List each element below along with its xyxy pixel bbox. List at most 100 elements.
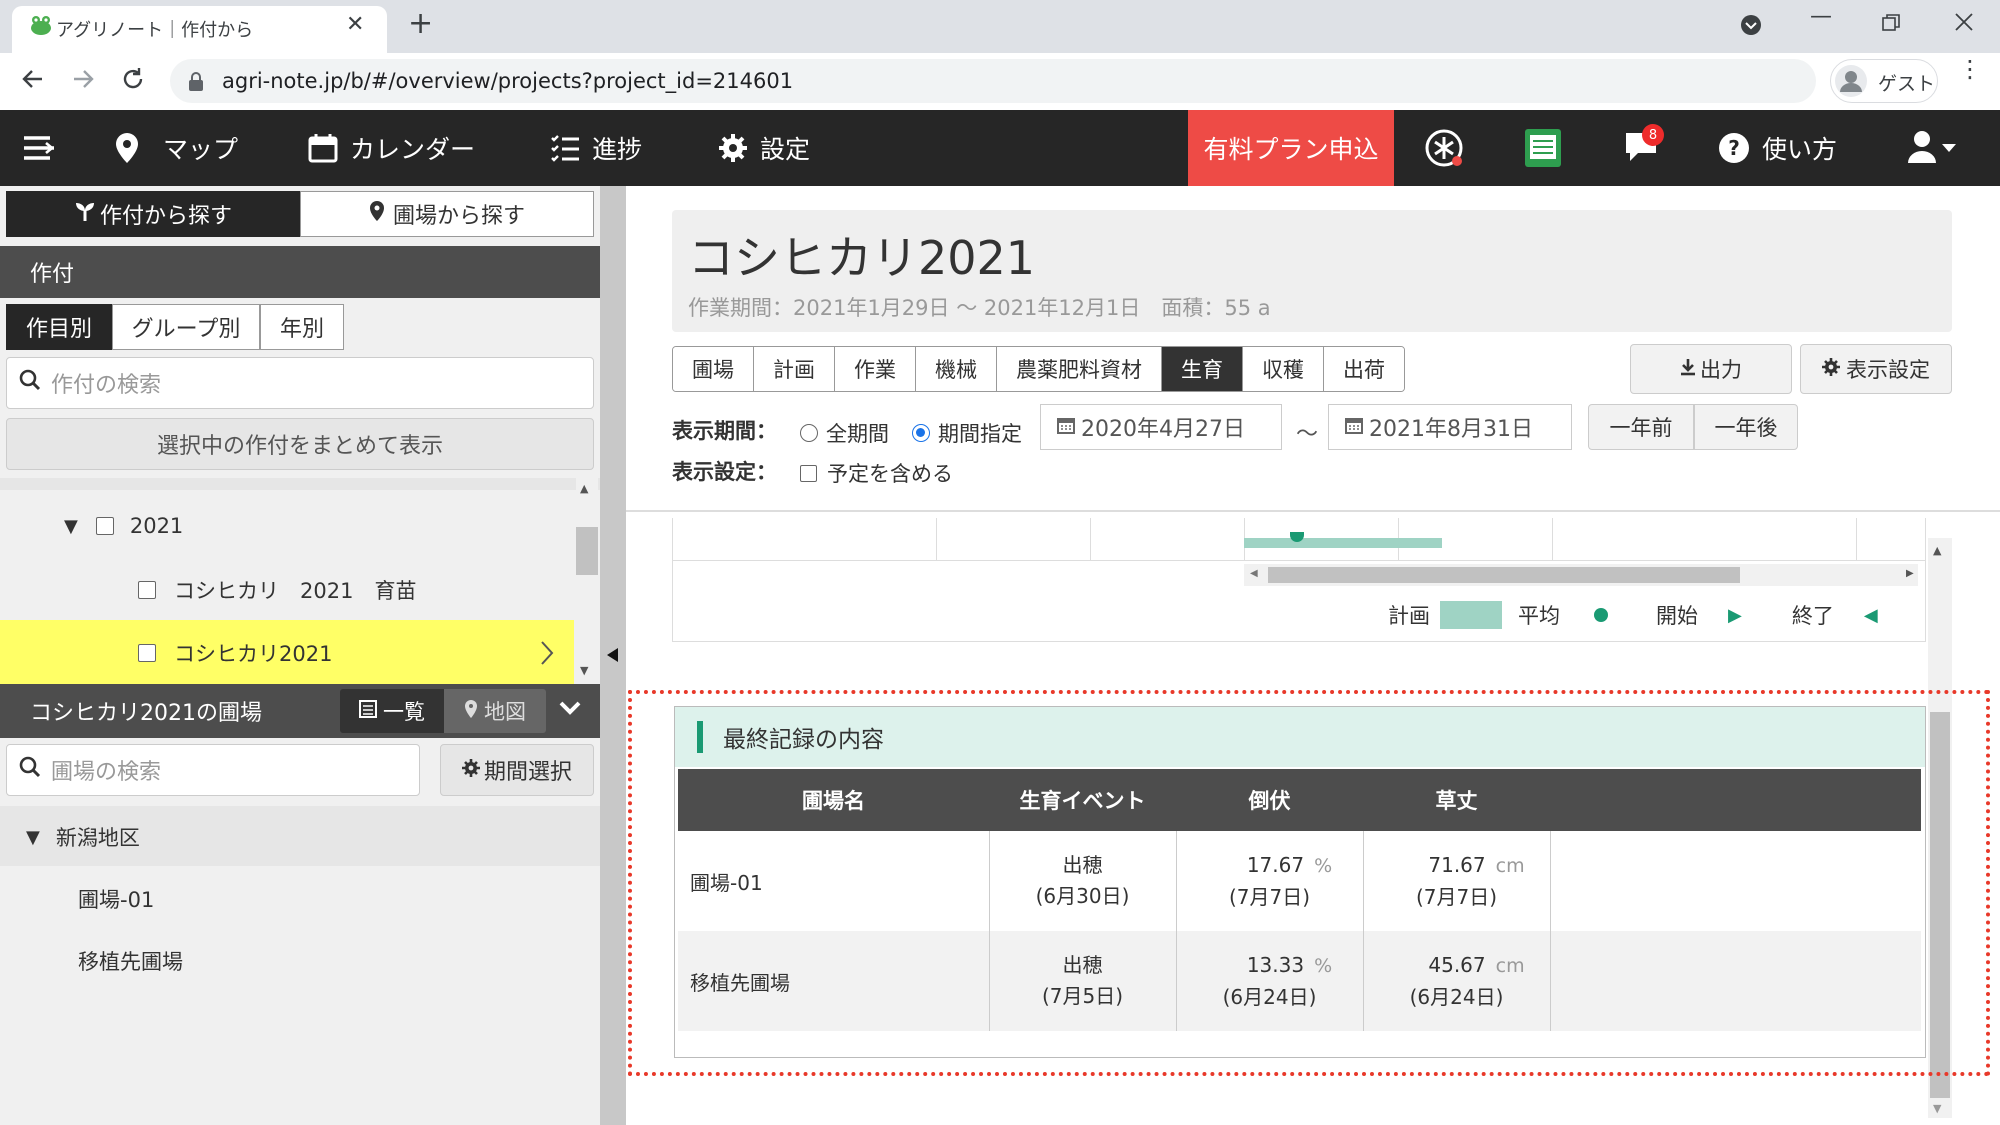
next-year-button[interactable]: 一年後 [1694,404,1798,450]
nav-map-label: マップ [163,135,239,164]
close-window-icon[interactable] [1954,12,1974,36]
prev-year-button[interactable]: 一年前 [1588,404,1694,450]
cell-event: 出穂 (7月5日) [989,931,1177,1031]
tab-materials[interactable]: 農薬肥料資材 [997,347,1162,391]
tab-shipment[interactable]: 出荷 [1324,347,1404,391]
field-item-1[interactable]: 圃場-01 [78,884,154,914]
field-item-2[interactable]: 移植先圃場 [78,946,183,976]
search-by-crop-tab[interactable]: 作付から探す [6,191,300,237]
tree-item-koshihikari[interactable]: コシヒカリ2021 [138,638,332,668]
nav-help[interactable]: ? 使い方 [1718,110,1837,186]
crop-section-title: 作付 [30,262,75,287]
tab-harvest[interactable]: 収穫 [1243,347,1324,391]
cell-field: 移植先圃場 [678,931,990,1031]
tree-top-divider [0,478,600,490]
forward-icon[interactable] [70,66,96,96]
v-scroll-down-icon[interactable]: ▼ [1933,1102,1941,1115]
date-tilde: ～ [1296,422,1319,447]
tab-work[interactable]: 作業 [835,347,916,391]
tab-growth[interactable]: 生育 [1162,347,1243,391]
koshihikari-checkbox[interactable] [138,644,156,662]
year-checkbox[interactable] [95,517,114,535]
period-all-option[interactable]: 全期間 [800,418,889,448]
lock-icon[interactable] [188,72,204,96]
period-range-radio[interactable] [912,424,930,442]
user-menu-icon[interactable] [1908,130,1958,168]
include-plan-checkbox[interactable] [800,464,817,482]
filter-by-crop-tab[interactable]: 作目別 [6,304,112,350]
tab-close-icon[interactable]: ✕ [346,12,364,37]
nav-settings[interactable]: 設定 [718,110,810,186]
field-search-placeholder: 圃場の検索 [51,760,162,785]
chevron-right-icon[interactable] [540,640,554,670]
header-divider [626,510,2000,512]
cell-lodging: 17.67% (7月7日) [1176,831,1364,931]
height-unit: cm [1495,854,1525,877]
crop-search-placeholder: 作付の検索 [51,373,162,398]
display-settings-button[interactable]: 表示設定 [1800,344,1952,394]
search-by-field-tab[interactable]: 圃場から探す [300,191,594,237]
period-all-radio[interactable] [800,424,818,442]
collapse-left-icon[interactable] [605,647,619,667]
collapse-chevron-icon[interactable] [558,700,582,720]
list-view-tab[interactable]: 一覧 [340,689,444,733]
tree-item-seedling[interactable]: コシヒカリ 2021 育苗 [138,575,416,605]
export-button[interactable]: 出力 [1630,344,1792,394]
tab-machine[interactable]: 機械 [916,347,997,391]
date-from-input[interactable]: 2020年4月27日 [1040,404,1282,450]
table-header-row: 圃場名 生育イベント 倒伏 草丈 [678,769,1921,831]
restore-icon[interactable] [1882,14,1900,36]
avatar-icon [1834,64,1868,102]
paid-plan-button[interactable]: 有料プラン申込 [1188,110,1394,186]
nav-calendar[interactable]: カレンダー [308,110,475,186]
field-search-icon [19,756,41,784]
agri-book-icon[interactable] [1524,128,1562,172]
legend-start-label: 開始 [1656,604,1698,628]
period-select-button[interactable]: 期間選択 [440,744,594,796]
region-label-row[interactable]: ▼ 新潟地区 [26,822,140,852]
crop-search-input[interactable]: 作付の検索 [6,357,594,409]
filter-by-group-tab[interactable]: グループ別 [112,304,260,350]
scroll-up-icon[interactable]: ▲ [580,482,588,495]
gantt-h-scroll-thumb[interactable] [1268,567,1740,583]
url-text[interactable]: agri-note.jp/b/#/overview/projects?proje… [222,69,793,93]
seedling-checkbox[interactable] [138,581,156,599]
date-to-input[interactable]: 2021年8月31日 [1328,404,1572,450]
nav-progress[interactable]: 進捗 [550,110,642,186]
h-scroll-right-icon[interactable]: ▶ [1906,568,1914,579]
frog-favicon-icon [30,14,52,40]
show-selected-crops-button[interactable]: 選択中の作付をまとめて表示 [6,418,594,470]
tab-search-icon[interactable] [1740,14,1762,40]
tab-field[interactable]: 圃場 [673,347,754,391]
menu-toggle-icon[interactable] [22,134,56,166]
height-date: (7月7日) [1415,884,1498,909]
reload-icon[interactable] [120,66,146,96]
back-icon[interactable] [20,66,46,96]
period-range-option[interactable]: 期間指定 [912,418,1022,448]
gantt-col-2 [1090,518,1091,560]
col-growth-event: 生育イベント [989,769,1176,831]
h-scroll-left-icon[interactable]: ◀ [1250,568,1258,579]
nav-map[interactable]: マップ [115,110,238,186]
tree-year-row[interactable]: ▼ 2021 [64,514,183,538]
expand-triangle-icon[interactable]: ▼ [64,516,78,537]
region-expand-icon[interactable]: ▼ [26,827,40,848]
tree-scrollbar[interactable] [576,478,598,684]
list-view-label: 一覧 [383,700,425,724]
scroll-down-icon[interactable]: ▼ [580,664,588,677]
map-view-tab[interactable]: 地図 [444,689,546,733]
support-icon[interactable] [1424,128,1464,172]
filter-by-year-tab[interactable]: 年別 [260,304,344,350]
tree-scroll-thumb[interactable] [576,527,598,575]
minimize-icon[interactable]: — [1810,4,1832,29]
cell-event: 出穂 (6月30日) [989,831,1177,931]
event-date: (6月30日) [1035,884,1130,908]
include-plan-option[interactable]: 予定を含める [800,458,953,488]
tab-plan[interactable]: 計画 [754,347,835,391]
new-tab-button[interactable]: + [408,6,433,41]
v-scroll-up-icon[interactable]: ▲ [1933,544,1941,557]
include-plan-label: 予定を含める [827,462,953,486]
browser-menu-icon[interactable]: ⋮ [1958,57,1982,81]
app-nav-bar [0,110,2000,186]
field-search-input[interactable]: 圃場の検索 [6,744,420,796]
